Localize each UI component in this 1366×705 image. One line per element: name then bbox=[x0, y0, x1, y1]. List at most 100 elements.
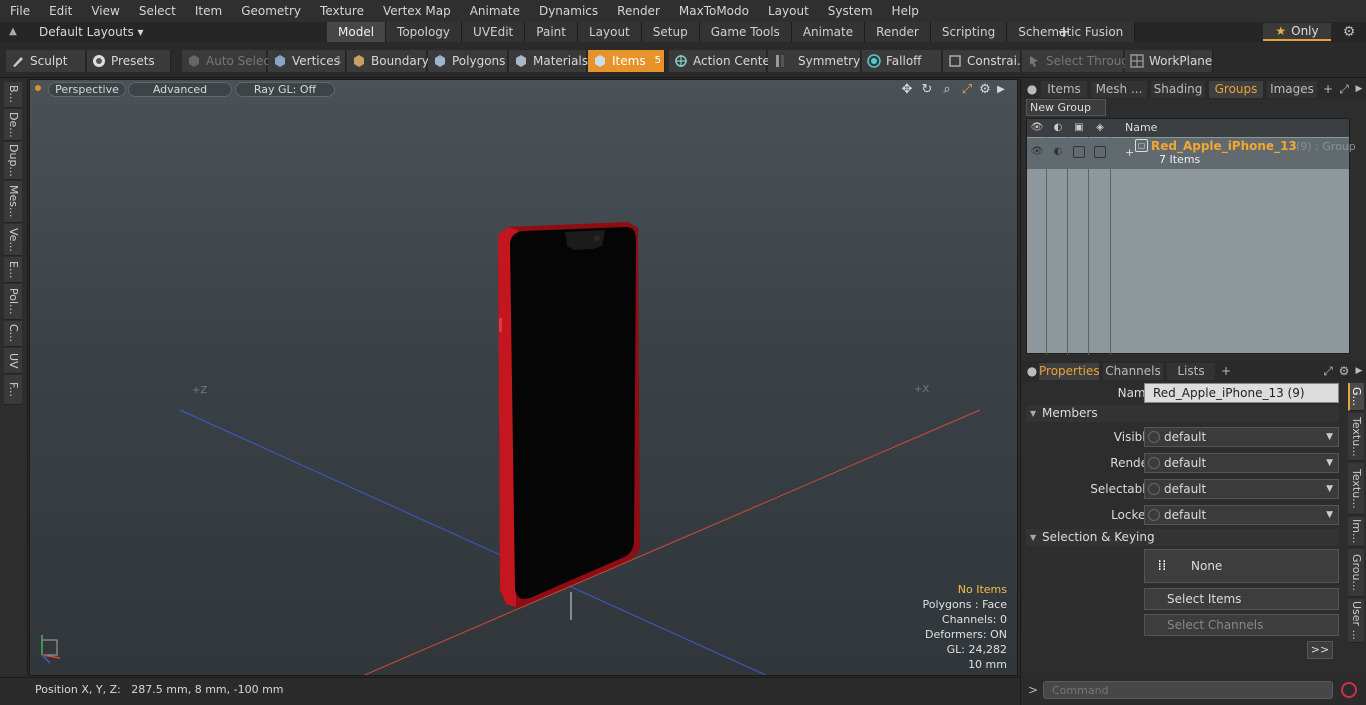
menu-edit[interactable]: Edit bbox=[39, 0, 81, 22]
menu-vertex-map[interactable]: Vertex Map bbox=[373, 0, 460, 22]
boundary-button[interactable]: Boundary bbox=[347, 50, 429, 72]
command-input[interactable] bbox=[1043, 681, 1333, 699]
tab-model[interactable]: Model bbox=[327, 22, 387, 42]
tab-paint[interactable]: Paint bbox=[525, 22, 578, 42]
panel-menu-dot[interactable]: ● bbox=[1025, 82, 1039, 96]
menu-view[interactable]: View bbox=[81, 0, 128, 22]
tab-layout[interactable]: Layout bbox=[577, 22, 642, 42]
properties-maximize-icon[interactable]: ⤢ bbox=[1321, 364, 1335, 378]
expand-plus-icon[interactable]: + bbox=[1125, 146, 1134, 159]
selectable-dropdown[interactable]: default ▼ bbox=[1144, 479, 1339, 499]
properties-expand-icon[interactable]: ▶ bbox=[1352, 364, 1366, 378]
menu-layout[interactable]: Layout bbox=[758, 0, 818, 22]
side-tab-g[interactable]: G... bbox=[1348, 383, 1364, 411]
properties-menu-dot[interactable]: ● bbox=[1025, 364, 1039, 378]
tab-render[interactable]: Render bbox=[865, 22, 931, 42]
menu-render[interactable]: Render bbox=[607, 0, 669, 22]
menu-animate[interactable]: Animate bbox=[460, 0, 529, 22]
tab-channels[interactable]: Channels bbox=[1103, 363, 1163, 380]
tab-game-tools[interactable]: Game Tools bbox=[699, 22, 792, 42]
side-tab-texture-1[interactable]: Textu... bbox=[1348, 413, 1364, 461]
tab-uvedit[interactable]: UVEdit bbox=[462, 22, 526, 42]
render-dropdown[interactable]: default ▼ bbox=[1144, 453, 1339, 473]
side-tab-user[interactable]: User ... bbox=[1348, 599, 1364, 643]
left-tab-uv[interactable]: UV bbox=[4, 348, 22, 374]
left-tab-pol[interactable]: Pol... bbox=[4, 284, 22, 320]
viewport-expand-icon[interactable]: ▶ bbox=[993, 82, 1009, 98]
vertices-button[interactable]: Vertices 1 bbox=[268, 50, 346, 72]
layout-selector[interactable]: Default Layouts ▾ bbox=[39, 22, 144, 42]
action-center-button[interactable]: Action Center bbox=[669, 50, 775, 72]
add-panel-tab-icon[interactable]: + bbox=[1321, 82, 1335, 96]
tab-images[interactable]: Images bbox=[1267, 81, 1317, 98]
presets-button[interactable]: Presets bbox=[87, 50, 171, 72]
menu-maxtomodo[interactable]: MaxToModo bbox=[669, 0, 758, 22]
side-tab-group[interactable]: Grou... bbox=[1348, 549, 1364, 597]
left-tab-de[interactable]: De... bbox=[4, 109, 22, 141]
panel-expand-icon[interactable]: ▶ bbox=[1352, 82, 1366, 96]
tab-properties[interactable]: Properties bbox=[1039, 363, 1100, 380]
visible-dropdown[interactable]: default ▼ bbox=[1144, 427, 1339, 447]
row-render-icon[interactable]: ◐ bbox=[1051, 146, 1065, 157]
3d-viewport[interactable]: +Z +X Perspective Advanced Ray GL: Off ✥… bbox=[29, 79, 1018, 676]
side-tab-im[interactable]: Im... bbox=[1348, 517, 1364, 547]
tab-shading[interactable]: Shading bbox=[1151, 81, 1205, 98]
tab-scripting[interactable]: Scripting bbox=[930, 22, 1008, 42]
move-view-icon[interactable]: ✥ bbox=[899, 82, 915, 98]
select-icon[interactable]: ◈ bbox=[1093, 121, 1107, 135]
tab-groups[interactable]: Groups bbox=[1209, 81, 1263, 98]
tab-setup[interactable]: Setup bbox=[641, 22, 700, 42]
polygons-button[interactable]: Polygons bbox=[428, 50, 508, 72]
left-tab-b[interactable]: B... bbox=[4, 82, 22, 108]
fit-view-icon[interactable]: ⤢ bbox=[959, 82, 975, 98]
zoom-view-icon[interactable]: ⌕ bbox=[939, 82, 955, 98]
raygl-toggle[interactable]: Ray GL: Off bbox=[235, 82, 335, 97]
left-tab-ve[interactable]: Ve... bbox=[4, 224, 22, 256]
menu-dynamics[interactable]: Dynamics bbox=[529, 0, 607, 22]
select-through-button[interactable]: Select Through bbox=[1022, 50, 1137, 72]
side-tab-texture-2[interactable]: Textu... bbox=[1348, 463, 1364, 515]
select-items-button[interactable]: Select Items bbox=[1144, 588, 1339, 610]
name-column-header[interactable]: Name bbox=[1125, 119, 1157, 137]
constraints-button[interactable]: Constrai... bbox=[943, 50, 1028, 72]
eye-icon[interactable]: 👁 bbox=[1030, 121, 1044, 135]
row-lock-toggle[interactable] bbox=[1073, 146, 1085, 158]
tab-items[interactable]: Items bbox=[1041, 81, 1087, 98]
left-tab-dup[interactable]: Dup... bbox=[4, 142, 22, 180]
record-icon[interactable] bbox=[1341, 682, 1357, 698]
add-properties-tab-icon[interactable]: + bbox=[1219, 364, 1233, 378]
left-tab-mes[interactable]: Mes... bbox=[4, 181, 22, 223]
new-group-button[interactable]: New Group bbox=[1026, 99, 1106, 116]
row-select-toggle[interactable] bbox=[1094, 146, 1106, 158]
left-tab-c[interactable]: C... bbox=[4, 321, 22, 347]
menu-item[interactable]: Item bbox=[185, 0, 231, 22]
panel-maximize-icon[interactable]: ⤢ bbox=[1337, 82, 1351, 96]
menu-file[interactable]: File bbox=[0, 0, 39, 22]
materials-button[interactable]: Materials bbox=[509, 50, 588, 72]
auto-select-button[interactable]: Auto Select bbox=[182, 50, 275, 72]
items-button[interactable]: Items 5 bbox=[588, 50, 665, 72]
viewport-menu-dot[interactable] bbox=[35, 85, 41, 91]
perspective-dropdown[interactable]: Perspective bbox=[48, 82, 126, 97]
symmetry-button[interactable]: Symmetry bbox=[768, 50, 861, 72]
sculpt-button[interactable]: Sculpt bbox=[6, 50, 86, 72]
tab-lists[interactable]: Lists bbox=[1167, 363, 1215, 380]
tab-mesh[interactable]: Mesh ... bbox=[1091, 81, 1147, 98]
members-section[interactable]: ▼ Members bbox=[1026, 405, 1339, 422]
menu-select[interactable]: Select bbox=[129, 0, 185, 22]
gear-icon[interactable]: ⚙ bbox=[1341, 24, 1357, 40]
selection-keying-section[interactable]: ▼ Selection & Keying bbox=[1026, 529, 1339, 546]
properties-gear-icon[interactable]: ⚙ bbox=[1337, 364, 1351, 378]
locked-dropdown[interactable]: default ▼ bbox=[1144, 505, 1339, 525]
more-button[interactable]: >> bbox=[1307, 641, 1333, 659]
groups-list[interactable]: 👁 ◐ ▣ ◈ Name 👁 ◐ + ▢ Red_Apple_iPhone_13… bbox=[1026, 118, 1356, 355]
tab-topology[interactable]: Topology bbox=[386, 22, 463, 42]
menu-texture[interactable]: Texture bbox=[310, 0, 373, 22]
layout-up-icon[interactable]: ▲ bbox=[6, 25, 20, 39]
viewport-gear-icon[interactable]: ⚙ bbox=[977, 82, 993, 98]
add-tab-button[interactable]: + bbox=[1056, 22, 1072, 42]
advanced-dropdown[interactable]: Advanced bbox=[128, 82, 232, 97]
none-button[interactable]: ⁞⁞ None bbox=[1144, 549, 1339, 583]
menu-geometry[interactable]: Geometry bbox=[231, 0, 310, 22]
lock-icon[interactable]: ▣ bbox=[1072, 121, 1086, 135]
